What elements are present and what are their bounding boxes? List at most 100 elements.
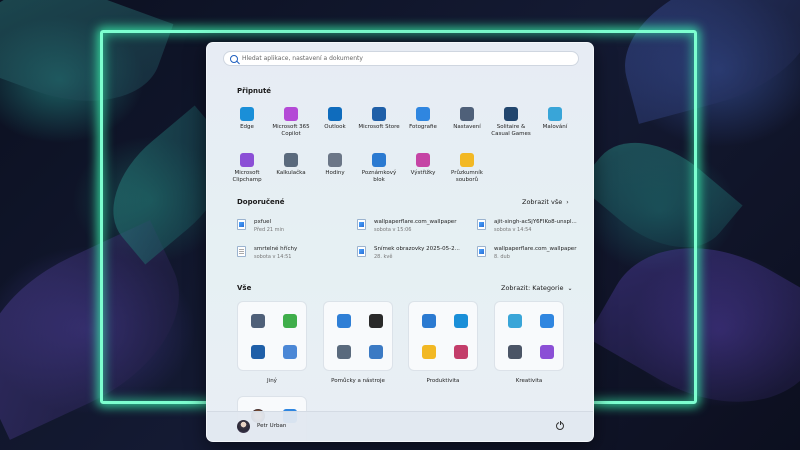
image-file-icon [357,219,366,230]
user-name[interactable]: Petr Urban [257,423,286,429]
category-folder-label: Jiný [267,378,277,384]
image-file-icon [477,219,486,230]
app-icon [508,314,522,328]
recommended-item[interactable]: ajit-singh-acSjY6FIKo8-unspl... sobota v … [477,219,593,233]
app-icon [369,314,383,328]
calculator-icon [284,153,298,167]
pinned-app-label: Kalkulačka [276,170,306,176]
category-folder-label: Produktivita [426,378,460,384]
app-icon [251,345,265,359]
settings-icon [460,107,474,121]
pinned-app[interactable]: Výstřižky [401,153,445,193]
folder-icon-grid [337,314,391,359]
pinned-app-label: Výstřižky [410,170,436,176]
pinned-app[interactable]: Poznámkový blok [357,153,401,193]
pinned-app[interactable]: Kalkulačka [269,153,313,193]
app-icon [454,314,468,328]
pinned-app-label: Fotografie [409,124,437,130]
clipchamp-icon [240,153,254,167]
notepad-icon [372,153,386,167]
folder-icon-grid [508,314,562,359]
recommended-item[interactable]: wallpaperflare.com_wallpaper sobota v 15:… [357,219,477,233]
app-icon [422,345,436,359]
app-icon [422,314,436,328]
pinned-app[interactable]: Outlook [313,107,357,147]
image-file-icon [477,246,486,257]
copilot-icon [284,107,298,121]
app-icon [369,345,383,359]
store-icon [372,107,386,121]
image-file-icon [237,219,246,230]
app-icon [540,345,554,359]
pinned-app-label: Microsoft Store [358,124,400,130]
view-category-label: Zobrazit: Kategorie [501,284,564,292]
app-icon [251,314,265,328]
recommended-item-time: sobota v 14:54 [494,227,532,233]
app-icon [337,345,351,359]
view-category-button[interactable]: Zobrazit: Kategorie ⌄ [501,284,573,292]
app-icon [508,345,522,359]
start-menu: Připnuté Edge Microsoft 365 Copilot Outloo… [206,42,594,442]
pinned-app-label: Poznámkový blok [361,170,397,183]
chevron-down-icon: ⌄ [567,285,573,292]
recommended-item[interactable]: pxfuel Před 21 min [237,219,357,233]
pinned-app[interactable]: Průzkumník souborů [445,153,489,193]
image-file-icon [357,246,366,257]
folder-icon-grid [422,314,476,359]
recommended-item[interactable]: Snímek obrazovky 2025-05-2... 28. kvě [357,246,477,260]
recommended-item-name: Snímek obrazovky 2025-05-2... [374,246,460,252]
user-avatar[interactable] [237,420,250,433]
folder-icon-grid [251,314,305,359]
solitaire-icon [504,107,518,121]
recommended-item-name: wallpaperflare.com_wallpaper [494,246,577,252]
recommended-item-name: smrtelné hříchy [254,246,298,252]
search-bar[interactable] [223,51,579,66]
recommended-item-name: ajit-singh-acSjY6FIKo8-unspl... [494,219,577,225]
pinned-app-label: Malování [542,124,568,130]
folder-icon [460,153,474,167]
recommended-item[interactable]: wallpaperflare.com_wallpaper 8. dub [477,246,593,260]
recommended-item-time: sobota v 14:51 [254,254,292,260]
pinned-app-label: Průzkumník souborů [451,170,483,183]
chevron-right-icon: › [566,199,569,206]
category-folder[interactable] [237,301,307,371]
edge-icon [240,107,254,121]
document-file-icon [237,246,246,257]
clock-icon [328,153,342,167]
pinned-app[interactable]: Solitaire & Casual Games [489,107,533,147]
pinned-app-label: Microsoft Clipchamp [232,170,262,183]
recommended-item-name: wallpaperflare.com_wallpaper [374,219,457,225]
recommended-item-time: 28. kvě [374,254,393,260]
pinned-app[interactable]: Microsoft 365 Copilot [269,107,313,147]
app-icon [283,345,297,359]
app-icon [337,314,351,328]
show-all-button[interactable]: Zobrazit vše › [522,198,569,206]
app-icon [454,345,468,359]
app-icon [540,314,554,328]
category-folder[interactable] [323,301,393,371]
outlook-icon [328,107,342,121]
app-icon [283,314,297,328]
pinned-apps-grid: Edge Microsoft 365 Copilot Outlook Microsof… [225,107,577,193]
pinned-app[interactable]: Microsoft Store [357,107,401,147]
recommended-item-time: 8. dub [494,254,510,260]
pinned-app[interactable]: Microsoft Clipchamp [225,153,269,193]
category-folder[interactable] [494,301,564,371]
pinned-app[interactable]: Edge [225,107,269,147]
pinned-app[interactable]: Hodiny [313,153,357,193]
pinned-app-label: Hodiny [325,170,345,176]
recommended-title: Doporučené [237,198,285,206]
recommended-item-time: Před 21 min [254,227,285,233]
pinned-app[interactable]: Malování [533,107,577,147]
category-folder[interactable] [408,301,478,371]
paint-icon [548,107,562,121]
photos-icon [416,107,430,121]
power-icon[interactable] [556,420,564,430]
pinned-app-label: Outlook [324,124,346,130]
pinned-app[interactable]: Fotografie [401,107,445,147]
pinned-app[interactable]: Nastavení [445,107,489,147]
search-icon [230,54,238,63]
recommended-item[interactable]: smrtelné hříchy sobota v 14:51 [237,246,357,260]
show-all-label: Zobrazit vše [522,198,563,206]
search-input[interactable] [242,55,562,62]
